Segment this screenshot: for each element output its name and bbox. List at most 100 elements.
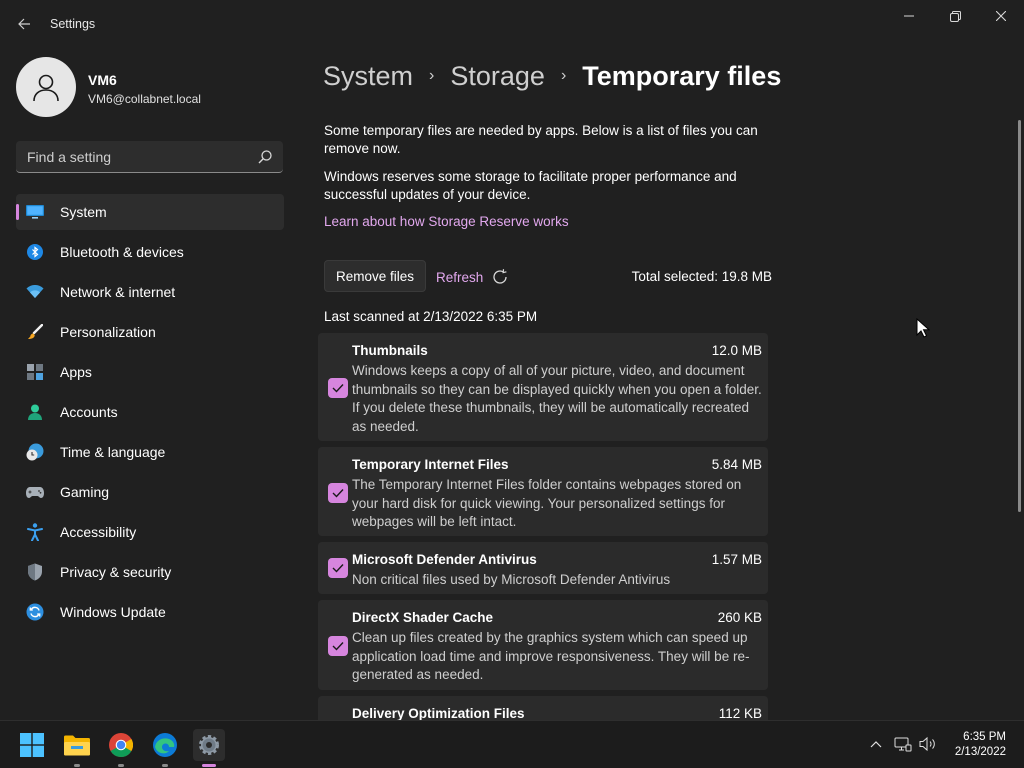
sidebar-item-label: Privacy & security [60,564,172,580]
minimize-button[interactable] [886,0,932,32]
page-title: Temporary files [582,60,782,91]
close-button[interactable] [978,0,1024,32]
user-profile[interactable]: VM6 VM6@collabnet.local [16,57,286,117]
search-input[interactable] [16,141,251,172]
sidebar-item-label: Network & internet [60,284,176,300]
checkmark-icon [332,489,344,498]
file-description: Windows keeps a copy of all of your pict… [352,363,762,434]
file-name: Microsoft Defender Antivirus [352,552,537,567]
sidebar-item-apps[interactable]: Apps [16,354,284,390]
checkmark-icon [332,642,344,651]
sidebar-item-accessibility[interactable]: Accessibility [16,514,284,550]
file-explorer-icon [64,735,90,756]
network-icon [894,737,912,752]
system-clock[interactable]: 6:35 PM 2/13/2022 [940,730,1006,760]
file-item-defender-antivirus[interactable]: Microsoft Defender Antivirus 1.57 MB Non… [318,542,768,594]
file-item-temporary-internet-files[interactable]: Temporary Internet Files 5.84 MB The Tem… [318,447,768,536]
person-avatar-icon [33,74,59,102]
scrollbar[interactable] [1018,120,1021,512]
file-name: Temporary Internet Files [352,457,509,472]
intro-text: Some temporary files are needed by apps.… [324,123,758,156]
person-icon [26,403,44,421]
edge-icon [153,733,177,757]
file-item-thumbnails[interactable]: Thumbnails 12.0 MB Windows keeps a copy … [318,333,768,441]
last-scanned-text: Last scanned at 2/13/2022 6:35 PM [324,309,538,324]
checkmark-icon [332,564,344,573]
settings-gear-icon [199,735,219,755]
sidebar-item-label: Gaming [60,484,110,500]
running-indicator [162,764,168,767]
avatar[interactable] [16,57,76,117]
sidebar-item-windows-update[interactable]: Windows Update [16,594,284,630]
shield-icon [26,563,44,581]
back-button[interactable] [10,10,38,38]
breadcrumb-storage[interactable]: Storage [450,61,545,92]
remove-files-button[interactable]: Remove files [324,260,426,292]
taskbar-settings[interactable] [193,729,225,767]
brush-icon [26,323,44,341]
file-item-delivery-optimization[interactable]: Delivery Optimization Files 112 KB [318,696,768,722]
restore-button[interactable] [932,0,978,32]
start-button[interactable] [16,729,48,761]
file-description: Non critical files used by Microsoft Def… [352,572,671,587]
taskbar-chrome[interactable] [105,729,137,767]
file-size: 5.84 MB [711,457,762,472]
taskbar-edge[interactable] [149,729,181,767]
sidebar-item-label: Personalization [60,324,156,340]
show-hidden-icons-button[interactable] [867,735,885,753]
file-item-directx-shader-cache[interactable]: DirectX Shader Cache 260 KB Clean up fil… [318,600,768,690]
directx-shader-cache-checkbox[interactable] [328,636,348,656]
refresh-button[interactable]: Refresh [436,265,509,289]
temporary-internet-files-checkbox[interactable] [328,483,348,503]
volume-icon [919,736,935,752]
profile-name: VM6 [88,72,117,88]
clock-date: 2/13/2022 [954,746,1006,758]
total-selected: Total selected: 19.8 MB [631,269,772,284]
file-description: The Temporary Internet Files folder cont… [352,477,742,529]
breadcrumb-system[interactable]: System [323,61,413,92]
sidebar-item-bluetooth[interactable]: Bluetooth & devices [16,234,284,270]
apps-icon [26,363,44,381]
file-size: 112 KB [718,706,762,721]
mouse-cursor-icon [916,318,930,338]
close-icon [996,11,1006,21]
network-tray-button[interactable] [894,735,912,753]
file-name: DirectX Shader Cache [352,610,494,625]
update-icon [26,603,44,621]
search-box[interactable] [16,141,283,173]
sidebar-item-label: Time & language [60,444,166,460]
sidebar-item-gaming[interactable]: Gaming [16,474,284,510]
maximize-icon [949,10,961,22]
file-name: Thumbnails [352,343,428,358]
taskbar-file-explorer[interactable] [61,729,93,767]
sidebar-item-privacy[interactable]: Privacy & security [16,554,284,590]
sidebar-item-label: Accounts [60,404,118,420]
sidebar-item-network[interactable]: Network & internet [16,274,284,310]
storage-reserve-link[interactable]: Learn about how Storage Reserve works [324,214,569,229]
sidebar-item-label: Bluetooth & devices [60,244,184,260]
chevron-right-icon: › [560,67,567,84]
sidebar-item-accounts[interactable]: Accounts [16,394,284,430]
running-indicator [118,764,124,767]
file-size: 12.0 MB [711,343,762,358]
file-size: 1.57 MB [711,552,762,567]
sidebar-item-label: Apps [60,364,92,380]
sidebar-item-personalization[interactable]: Personalization [16,314,284,350]
volume-tray-button[interactable] [919,735,937,753]
file-name: Delivery Optimization Files [352,706,525,721]
refresh-label: Refresh [436,269,484,285]
search-icon[interactable] [257,149,273,165]
sidebar-item-system[interactable]: System [16,194,284,230]
minimize-icon [904,15,914,17]
chevron-up-icon [870,741,882,748]
app-title: Settings [50,17,96,31]
breadcrumb: System › Storage › Temporary files [323,58,781,94]
thumbnails-checkbox[interactable] [328,378,348,398]
checkmark-icon [332,384,344,393]
back-arrow-icon [18,18,30,30]
wifi-icon [26,283,44,301]
sidebar-item-time-language[interactable]: Time & language [16,434,284,470]
clock-globe-icon [26,443,44,461]
sidebar-nav: System Bluetooth & devices Network & int… [16,194,284,634]
defender-antivirus-checkbox[interactable] [328,558,348,578]
